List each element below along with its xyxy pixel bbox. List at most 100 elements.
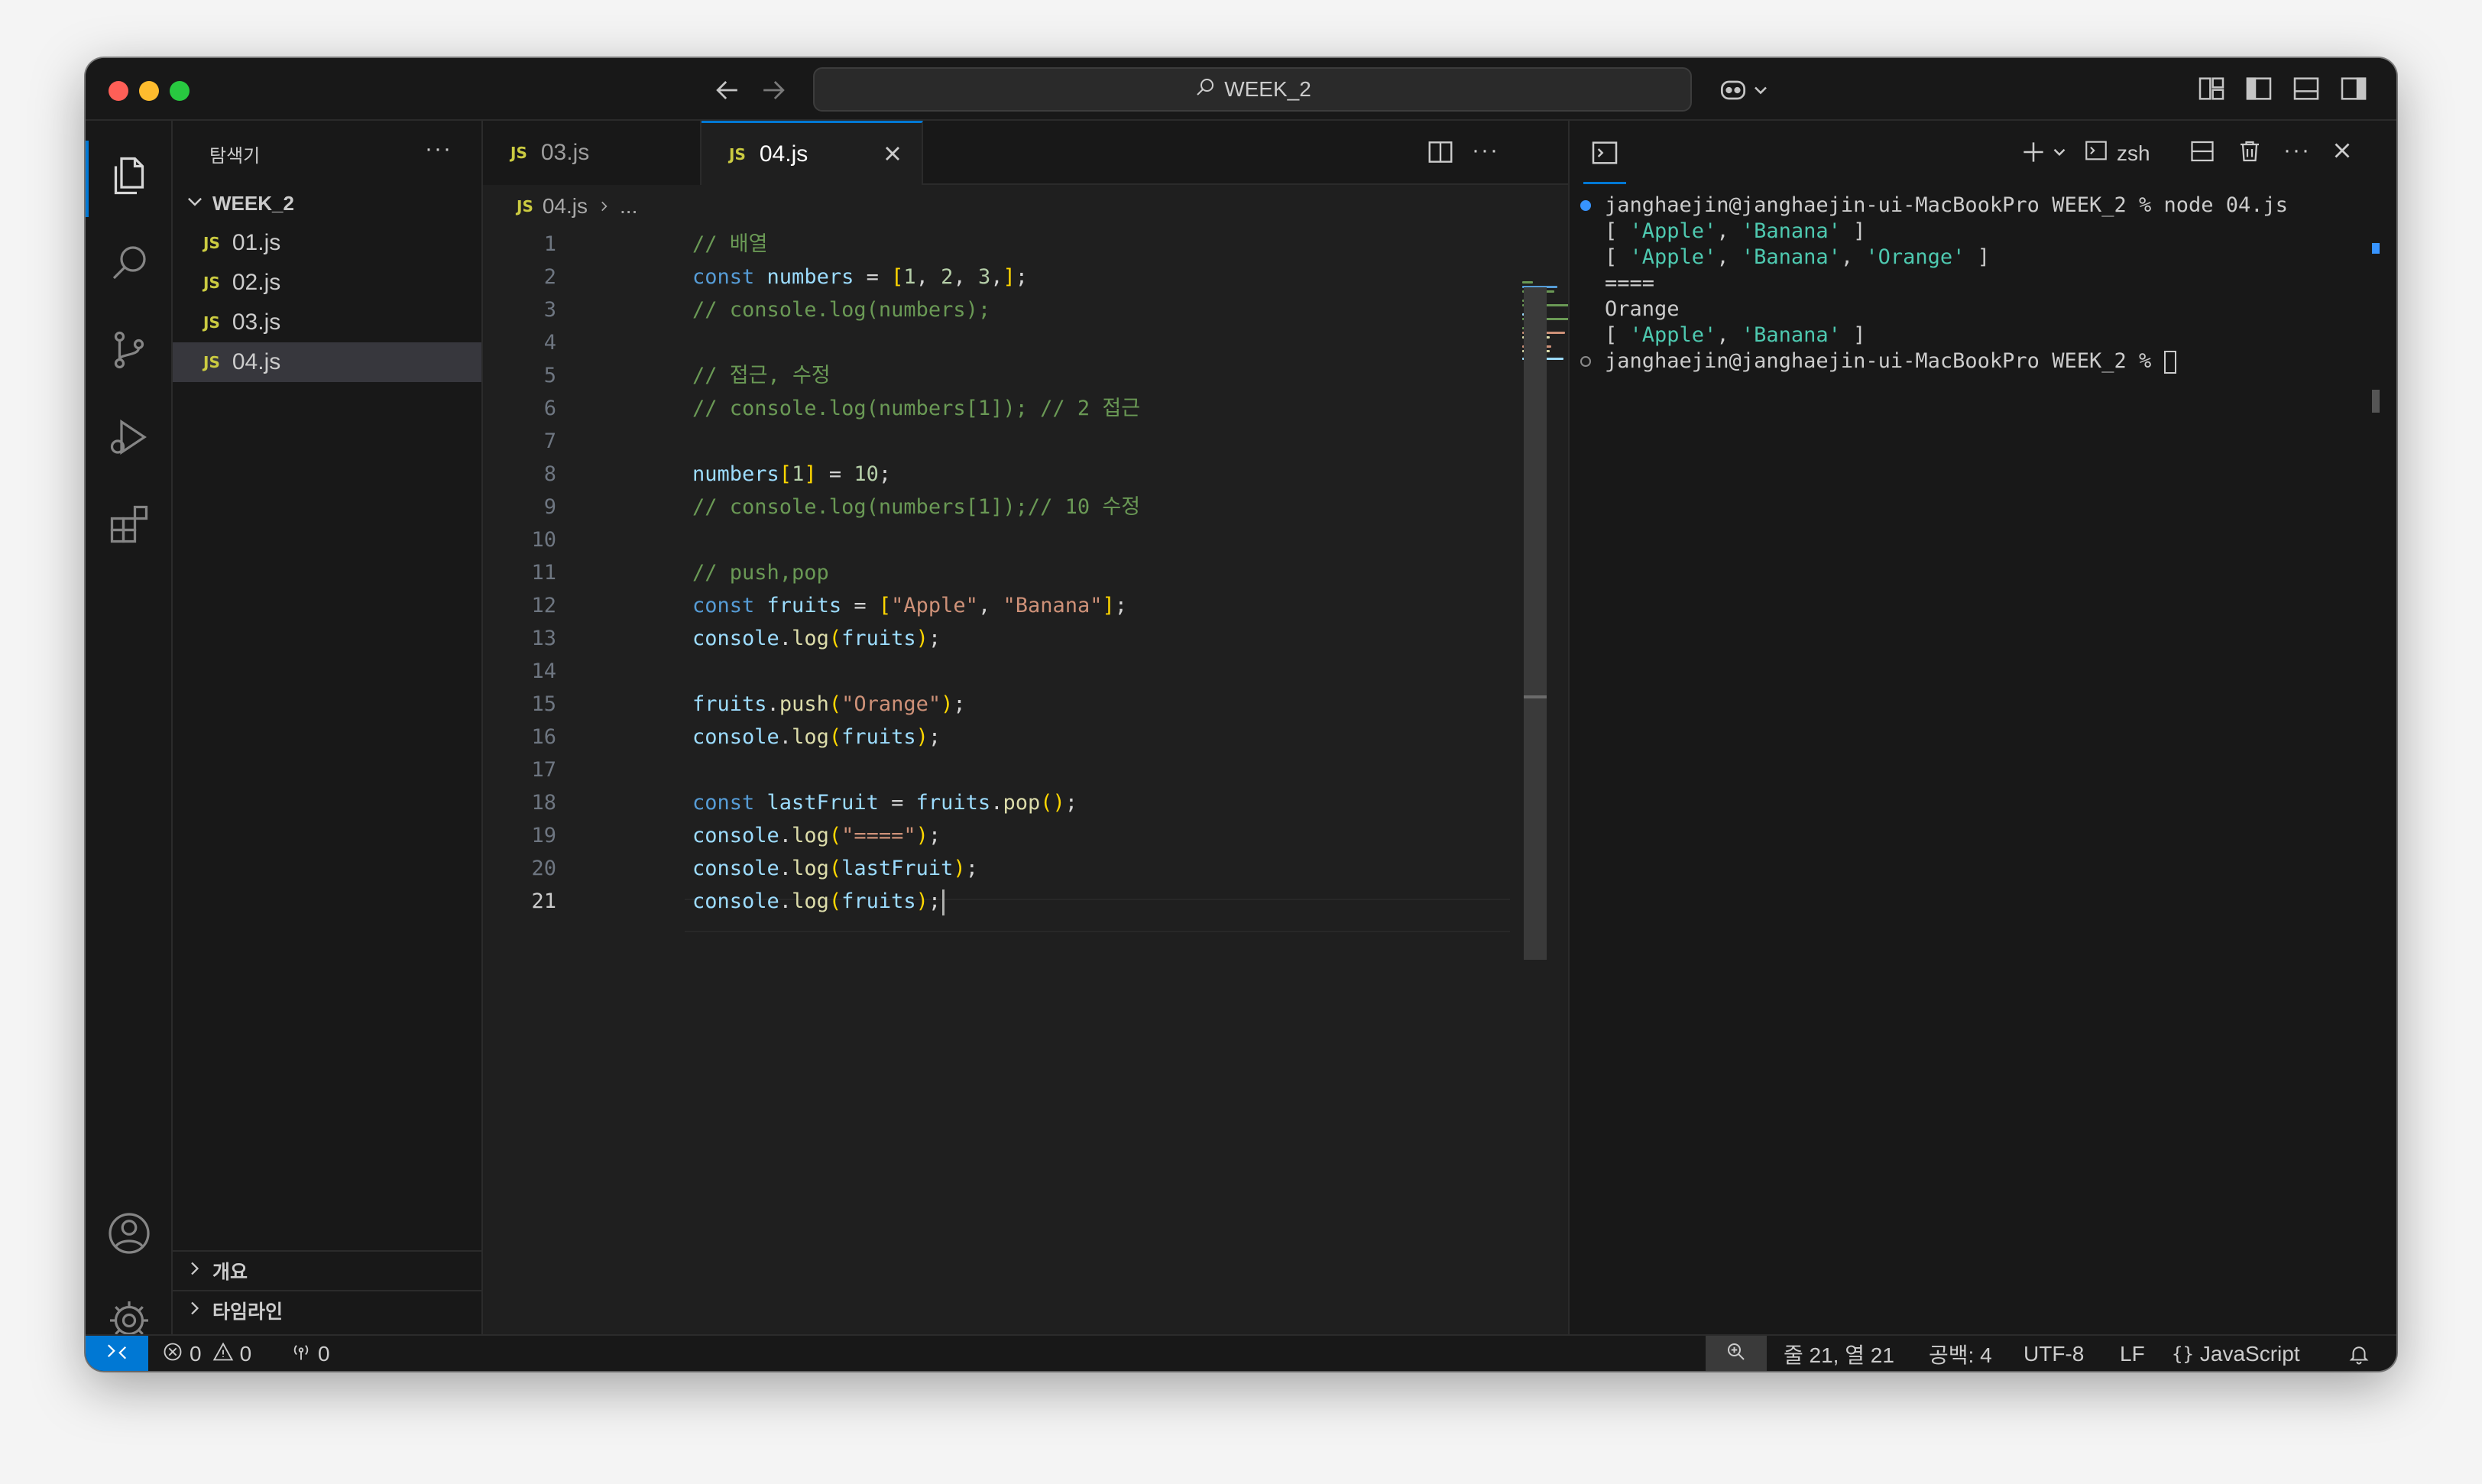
breadcrumb-file[interactable]: 04.js [543, 194, 588, 219]
search-text: WEEK_2 [1224, 77, 1311, 101]
warning-icon [212, 1341, 234, 1368]
vscode-window: WEEK_2 탐색기 ··· WEEK_2 JS 01.js JS 02.js … [86, 58, 2396, 1371]
code-line: 7 [543, 429, 556, 453]
braces-icon: {} [2172, 1343, 2194, 1365]
terminal-icon [2083, 138, 2109, 169]
end-of-line[interactable]: LF [2120, 1336, 2145, 1371]
code-editor[interactable]: 1// 배열 2 const numbers = [1, 2, 3,]; 3// … [483, 228, 1553, 1221]
ports-indicator[interactable]: 0 [290, 1336, 330, 1371]
terminal-scrollbar[interactable] [2372, 390, 2380, 413]
js-file-icon: JS [203, 274, 220, 292]
zoom-window-button[interactable] [170, 81, 190, 101]
terminal-line: [ 'Apple', 'Banana' ] [1605, 219, 1866, 243]
run-debug-icon[interactable] [106, 414, 152, 460]
remote-icon [105, 1340, 128, 1369]
toggle-primary-sidebar-icon[interactable] [2244, 73, 2277, 107]
tab-label: 04.js [759, 141, 808, 167]
extensions-icon[interactable] [106, 501, 152, 547]
code-line: 14 [531, 659, 556, 683]
zoom-indicator[interactable] [1706, 1336, 1767, 1371]
problems-indicator[interactable]: 0 0 [162, 1336, 251, 1371]
close-panel-icon[interactable] [2329, 138, 2355, 169]
toggle-secondary-sidebar-icon[interactable] [2338, 73, 2372, 107]
file-item-01-js[interactable]: JS 01.js [173, 223, 481, 263]
source-control-icon[interactable] [106, 327, 152, 373]
text-cursor [942, 889, 945, 915]
error-icon [162, 1341, 183, 1368]
breadcrumb-rest[interactable]: ... [620, 194, 637, 219]
editor-vertical-scrollbar[interactable] [1524, 287, 1547, 960]
language-mode[interactable]: {} JavaScript [2172, 1336, 2300, 1371]
editor-tab-bar: JS 03.js JS 04.js ··· [483, 121, 1568, 185]
indentation[interactable]: 공백: 4 [1929, 1336, 1992, 1371]
copilot-chevron-down-icon[interactable] [1750, 73, 1771, 107]
terminal-line: [ 'Apple', 'Banana' ] [1605, 323, 1866, 347]
tab-label: 03.js [540, 140, 590, 165]
explorer-icon[interactable] [106, 153, 152, 199]
desktop: WEEK_2 탐색기 ··· WEEK_2 JS 01.js JS 02.js … [0, 0, 2482, 1484]
file-name: 01.js [232, 230, 281, 255]
editor-more-actions-icon[interactable]: ··· [1472, 138, 1499, 164]
code-line: 8 numbers[1] = 10; [543, 462, 892, 486]
terminal-shell-name: zsh [2117, 141, 2150, 165]
chevron-right-icon [185, 1299, 203, 1323]
explorer-title: 탐색기 [209, 146, 261, 167]
code-line: 16 console.log(fruits); [531, 725, 941, 749]
minimize-window-button[interactable] [139, 81, 159, 101]
cursor-position[interactable]: 줄 21, 열 21 [1784, 1336, 1894, 1371]
new-terminal-plus-icon[interactable] [2019, 138, 2048, 172]
outline-section[interactable]: 개요 [173, 1250, 481, 1290]
search-icon[interactable] [106, 240, 152, 286]
js-file-icon: JS [203, 313, 220, 332]
split-editor-icon[interactable] [1426, 138, 1455, 170]
code-line: 19 console.log("===="); [531, 824, 941, 847]
terminal-tab-bar: zsh ··· [1570, 121, 2396, 185]
chevron-right-icon [597, 194, 611, 219]
explorer-more-button[interactable]: ··· [425, 136, 452, 162]
scrollbar-position-marker [1524, 695, 1547, 698]
js-file-icon: JS [203, 234, 220, 252]
folder-name: WEEK_2 [212, 191, 294, 215]
notifications-bell-icon[interactable] [2348, 1336, 2370, 1371]
file-item-03-js[interactable]: JS 03.js [173, 303, 481, 342]
back-arrow-icon[interactable] [711, 73, 744, 107]
command-pending-decoration [1580, 356, 1591, 367]
split-terminal-icon[interactable] [2189, 138, 2216, 170]
command-center-search[interactable]: WEEK_2 [813, 67, 1692, 112]
file-item-04-js[interactable]: JS 04.js [173, 342, 481, 382]
code-line: 2 const numbers = [1, 2, 3,]; [543, 265, 1029, 289]
code-line-current: 21 console.log(fruits); [483, 885, 1515, 918]
terminal-shell-tab[interactable]: zsh [2083, 138, 2150, 169]
terminal-more-actions-icon[interactable]: ··· [2283, 138, 2311, 164]
command-success-decoration [1580, 200, 1591, 211]
code-line: 10 [531, 528, 556, 552]
terminal-icon[interactable] [1589, 138, 1620, 168]
outline-label: 개요 [212, 1262, 248, 1283]
timeline-section[interactable]: 타임라인 [173, 1290, 481, 1330]
tab-04-js[interactable]: JS 04.js [702, 121, 923, 185]
folder-week-2[interactable]: WEEK_2 [173, 183, 481, 223]
close-window-button[interactable] [109, 81, 128, 101]
customize-layout-icon[interactable] [2196, 73, 2230, 107]
file-item-02-js[interactable]: JS 02.js [173, 263, 481, 303]
code-line: 18 const lastFruit = fruits.pop(); [531, 791, 1078, 815]
kill-terminal-trash-icon[interactable] [2236, 138, 2263, 170]
terminal-profile-chevron-down-icon[interactable] [2049, 141, 2069, 169]
terminal-tab-indicator [1583, 182, 1626, 184]
remote-indicator[interactable] [86, 1336, 148, 1371]
tab-03-js[interactable]: JS 03.js [483, 121, 702, 185]
toggle-panel-icon[interactable] [2291, 73, 2325, 107]
close-icon[interactable] [880, 141, 905, 173]
copilot-icon[interactable] [1716, 73, 1750, 107]
account-icon[interactable] [106, 1210, 152, 1256]
code-line: 1// 배열 [543, 232, 768, 256]
terminal-prompt-line: janghaejin@janghaejin-ui-MacBookPro WEEK… [1605, 348, 2176, 374]
encoding[interactable]: UTF-8 [2024, 1336, 2084, 1371]
chevron-down-icon [185, 191, 205, 216]
forward-arrow-icon[interactable] [757, 73, 790, 107]
warning-count: 0 [239, 1342, 252, 1366]
js-file-icon: JS [729, 144, 746, 164]
error-count: 0 [190, 1342, 202, 1366]
code-line: 9// console.log(numbers[1]);// 10 수정 [543, 495, 1141, 519]
broadcast-icon [290, 1341, 312, 1368]
